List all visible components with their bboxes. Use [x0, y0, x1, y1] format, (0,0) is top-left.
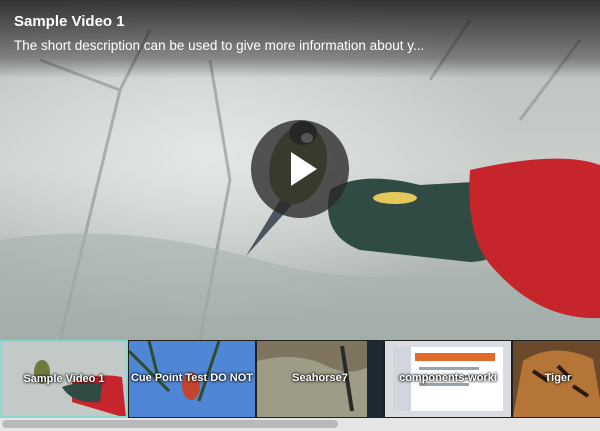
video-description: The short description can be used to giv…: [14, 38, 425, 53]
playlist-scrollbar[interactable]: [0, 418, 600, 431]
playlist-item-label: components-worki: [399, 372, 497, 384]
video-title: Sample Video 1: [14, 13, 125, 30]
playlist-item[interactable]: components-worki: [384, 340, 512, 418]
playlist-item[interactable]: Tiger: [512, 340, 600, 418]
playlist-item[interactable]: Sample Video 1: [0, 340, 128, 418]
playlist-item-label: Sample Video 1: [23, 373, 105, 385]
scrollbar-thumb[interactable]: [2, 420, 338, 428]
playlist-item-label: Seahorse7: [292, 372, 348, 384]
play-button[interactable]: [251, 120, 349, 218]
play-icon: [291, 152, 317, 186]
playlist-item[interactable]: Seahorse7: [256, 340, 384, 418]
video-player[interactable]: Sample Video 1 The short description can…: [0, 0, 600, 340]
title-overlay: Sample Video 1 The short description can…: [0, 0, 600, 78]
playlist-item-label: Tiger: [544, 372, 572, 384]
playlist-item-label: Cue Point Test DO NOT: [130, 372, 254, 384]
playlist-strip[interactable]: Sample Video 1 Cue Point Test DO NOT Sea…: [0, 340, 600, 418]
playlist-item[interactable]: Cue Point Test DO NOT: [128, 340, 256, 418]
